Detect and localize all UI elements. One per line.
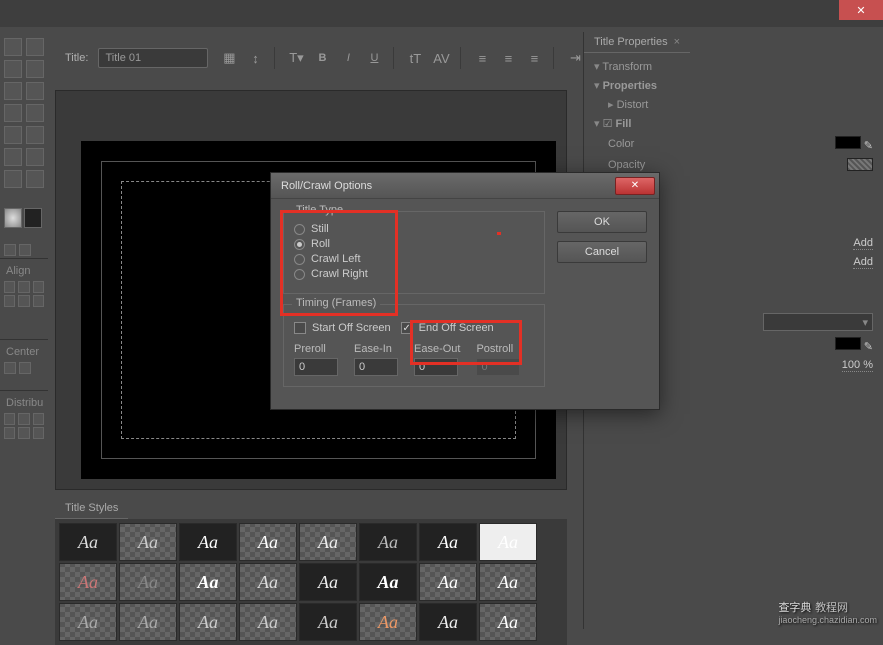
title-type-legend: Title Type xyxy=(292,204,347,216)
radio-crawl-right[interactable] xyxy=(294,269,305,280)
cancel-button[interactable]: Cancel xyxy=(557,241,647,263)
timing-legend: Timing (Frames) xyxy=(292,297,380,309)
timing-fieldset: Timing (Frames) Start Off Screen End Off… xyxy=(283,304,545,387)
postroll-input xyxy=(476,358,520,376)
dialog-close-button[interactable]: ✕ xyxy=(615,177,655,195)
easein-input[interactable] xyxy=(354,358,398,376)
title-type-fieldset: Title Type Still Roll Crawl Left Crawl R… xyxy=(283,211,545,294)
checkbox-end-off[interactable] xyxy=(401,322,413,334)
ok-button[interactable]: OK xyxy=(557,211,647,233)
radio-still[interactable] xyxy=(294,224,305,235)
dialog-title: Roll/Crawl Options xyxy=(281,180,372,192)
radio-roll[interactable] xyxy=(294,239,305,250)
easeout-input[interactable] xyxy=(414,358,458,376)
roll-crawl-dialog: Roll/Crawl Options ✕ Title Type Still Ro… xyxy=(270,172,660,410)
highlight-dot xyxy=(497,232,501,235)
radio-crawl-left[interactable] xyxy=(294,254,305,265)
checkbox-start-off[interactable] xyxy=(294,322,306,334)
preroll-input[interactable] xyxy=(294,358,338,376)
watermark: 查字典 教程网 jiaocheng.chazidian.com xyxy=(778,599,877,625)
